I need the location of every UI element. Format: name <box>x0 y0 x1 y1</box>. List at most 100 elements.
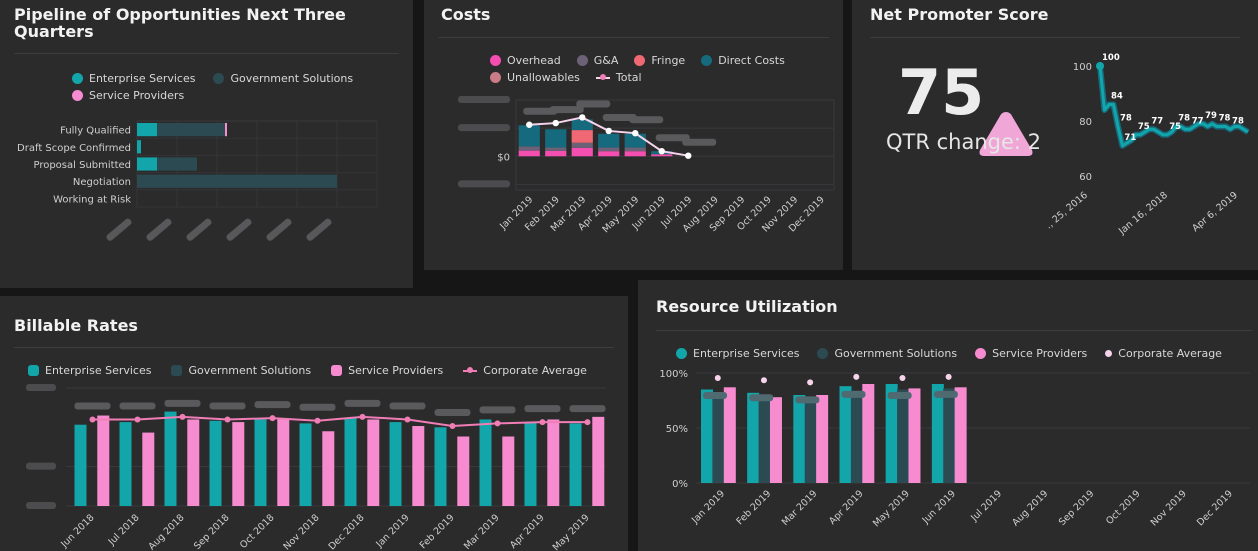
bar-enterprise-services <box>344 418 357 506</box>
x-tick-label: Jun 2018 <box>58 512 96 550</box>
blurred-tick-label <box>266 218 292 241</box>
bar-service-providers <box>367 419 380 506</box>
billable-panel: Billable Rates Enterprise Services Gover… <box>0 296 628 551</box>
billable-chart: Jun 2018 Jul 2018 Aug 2018 Sep 2018 Oct 2018… <box>26 384 606 551</box>
corporate-average-point <box>945 373 952 380</box>
blurred-data-label <box>795 396 820 404</box>
corporate-average-point <box>539 419 546 426</box>
nps-point-label: 78 <box>1219 114 1231 124</box>
blurred-data-label <box>749 394 774 402</box>
bar-government-solutions <box>850 390 863 483</box>
blurred-data-label <box>703 392 727 399</box>
x-tick-label: Apr 2019 <box>508 512 547 551</box>
corporate-average-point <box>760 377 767 384</box>
corporate-average-point <box>494 420 501 427</box>
x-tick-label: Jul 2018 <box>106 512 142 548</box>
bar-service-providers <box>225 123 227 137</box>
x-tick-label: Sep 2019 <box>1057 488 1097 528</box>
bar-government-solutions <box>804 397 817 483</box>
y-tick-label: 60 <box>1079 172 1092 183</box>
y-tick-label: 100% <box>659 369 688 380</box>
blurred-data-label <box>682 138 717 146</box>
x-tick-label: Dec 2018 <box>327 512 367 551</box>
corporate-average-point <box>899 375 906 381</box>
bar-service-providers <box>547 419 560 506</box>
blurred-tick-label <box>226 218 252 241</box>
bar-service-providers <box>457 436 470 506</box>
bar-g-a <box>518 146 540 151</box>
y-tick-label: 80 <box>1079 117 1092 128</box>
blurred-tick-label <box>306 218 332 241</box>
nps-point-label: 77 <box>1192 116 1204 126</box>
bar-government-solutions <box>137 174 337 188</box>
nps-point-label: 78 <box>1120 114 1132 124</box>
corporate-average-point <box>853 373 860 380</box>
corporate-average-point <box>314 417 321 424</box>
bar-enterprise-services <box>479 419 492 506</box>
total-point <box>552 119 559 127</box>
x-tick-label: Feb 2019 <box>418 512 457 551</box>
blurred-data-label <box>629 116 664 124</box>
x-tick-label: Oct 2019 <box>1104 488 1143 527</box>
bar-enterprise-services <box>389 422 402 506</box>
blurred-y-tick <box>26 502 56 509</box>
blurred-tick-label <box>146 218 172 241</box>
nps-point-label: 100 <box>1102 53 1120 63</box>
bar-service-providers <box>412 426 425 506</box>
blurred-y-tick <box>26 384 56 391</box>
x-tick-label: ., 25, 2016 <box>1044 190 1090 231</box>
pipeline-chart: Fully Qualified Draft Scope Confirmed Prop… <box>17 120 378 241</box>
x-tick-label: Jun 2019 <box>920 488 958 526</box>
bar-overhead <box>518 150 540 157</box>
blurred-data-label <box>434 409 471 417</box>
nps-point-label: 71 <box>1124 133 1136 143</box>
bar-government-solutions <box>157 123 225 137</box>
bar-enterprise-services <box>701 389 713 483</box>
x-tick-label: Nov 2018 <box>281 512 321 551</box>
x-tick-label: Mar 2019 <box>462 512 502 551</box>
bar-overhead <box>571 147 593 157</box>
blurred-y-tick <box>458 124 510 132</box>
bar-enterprise-services <box>931 384 944 483</box>
y-tick-label: 100 <box>1073 62 1092 73</box>
nps-point-label: 75 <box>1138 122 1150 132</box>
bar-service-providers <box>816 395 829 483</box>
bar-g-a <box>571 142 593 148</box>
blurred-data-label <box>576 100 611 108</box>
bar-service-providers <box>187 419 200 506</box>
resource-panel: Resource Utilization Enterprise Services… <box>638 280 1258 551</box>
x-tick-label: Jan 2019 <box>689 488 727 526</box>
corporate-average-point <box>807 379 814 386</box>
bar-service-providers <box>862 384 875 483</box>
blurred-data-label <box>164 399 201 407</box>
total-point <box>658 147 665 155</box>
x-tick-label: Apr 2019 <box>827 488 866 527</box>
y-tick-label: $0 <box>497 152 510 163</box>
total-point <box>632 129 639 137</box>
corporate-average-point <box>179 413 186 420</box>
blurred-data-label <box>933 390 958 398</box>
corporate-average-point <box>404 416 411 423</box>
bar-enterprise-services <box>747 392 760 483</box>
blurred-data-label <box>74 402 111 410</box>
bar-enterprise-services <box>839 386 852 483</box>
bar-service-providers <box>142 432 155 506</box>
x-tick-label: Aug 2018 <box>146 512 186 551</box>
category-label: Proposal Submitted <box>33 160 131 171</box>
bar-enterprise-services <box>137 140 141 154</box>
corporate-average-point <box>134 416 141 423</box>
bar-service-providers <box>322 431 335 506</box>
bar-enterprise-services <box>569 423 582 506</box>
bar-service-providers <box>954 387 967 483</box>
bar-service-providers <box>277 418 290 506</box>
pipeline-panel: Pipeline of Opportunities Next Three Qua… <box>0 0 413 288</box>
bar-overhead <box>651 154 673 157</box>
corporate-average-point <box>89 416 96 423</box>
blurred-y-tick <box>458 96 510 103</box>
blurred-tick-label <box>186 218 212 241</box>
x-tick-label: Apr 6, 2019 <box>1190 190 1240 234</box>
bar-enterprise-services <box>119 422 132 506</box>
nps-point-label: 79 <box>1205 111 1217 121</box>
bar-service-providers <box>908 388 921 483</box>
nps-point <box>1096 62 1104 70</box>
